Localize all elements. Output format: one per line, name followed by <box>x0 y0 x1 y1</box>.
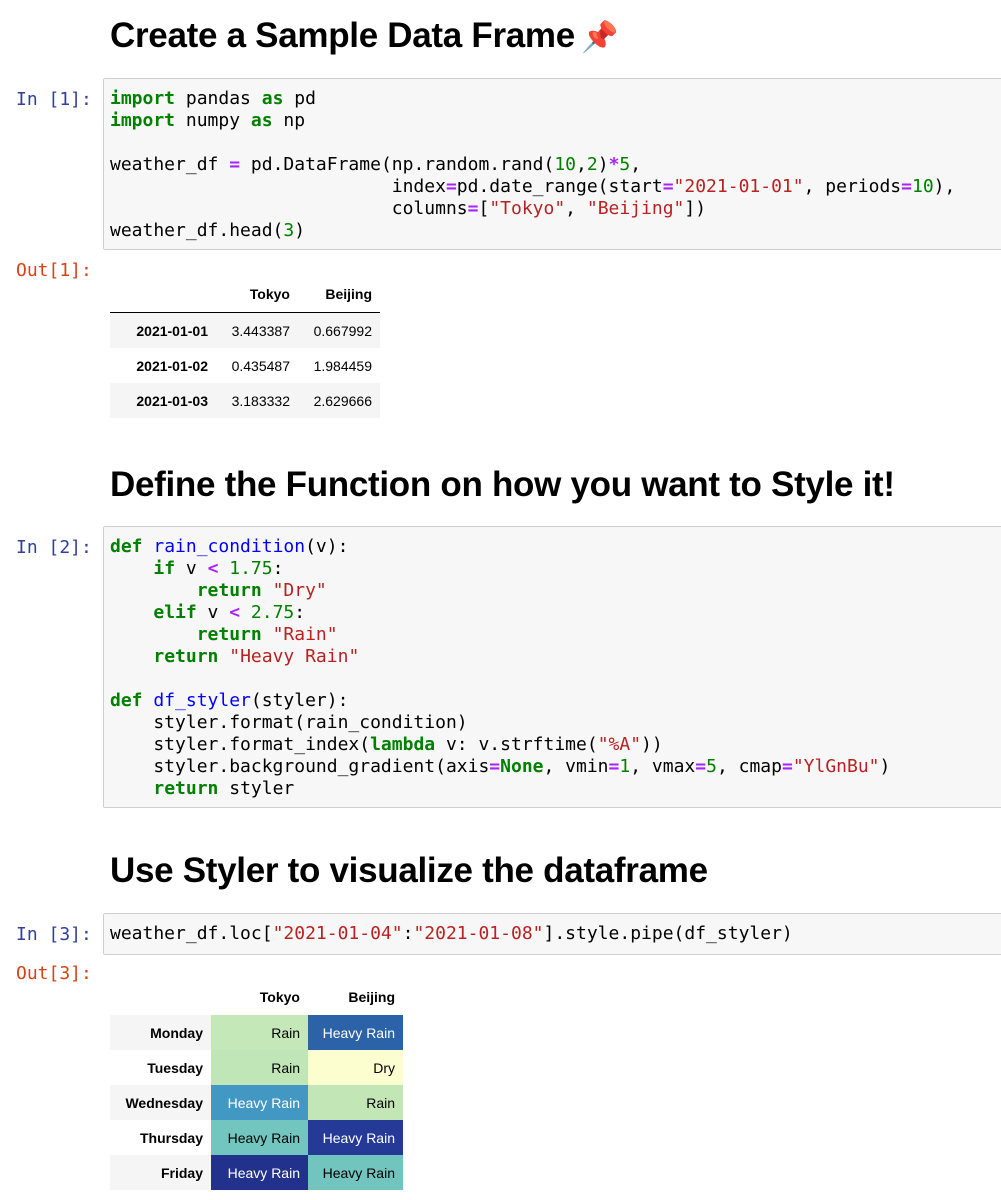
styled-cell: Heavy Rain <box>308 1155 403 1190</box>
output-prompt-1: Out[1]: <box>16 260 92 281</box>
table-header-row: Tokyo Beijing <box>110 979 403 1015</box>
table-row: Wednesday Heavy Rain Rain <box>110 1085 403 1120</box>
table-cell: 3.183332 <box>231 392 290 409</box>
code-cell-1[interactable]: import pandas as pd import numpy as np we… <box>103 78 1001 250</box>
index-header <box>110 276 216 313</box>
styled-cell: Rain <box>211 1050 308 1085</box>
dataframe-output-1: Tokyo Beijing 2021-01-01 3.443387 0.6679… <box>110 276 380 418</box>
styled-cell: Dry <box>308 1050 403 1085</box>
code-line: weather_df = pd.DataFrame(np.random.rand… <box>110 154 642 175</box>
row-index: Friday <box>110 1155 211 1190</box>
row-index: 2021-01-02 <box>136 357 208 374</box>
styled-cell: Heavy Rain <box>308 1120 403 1155</box>
table-row: Tuesday Rain Dry <box>110 1050 403 1085</box>
code-line: import pandas as pd <box>110 88 316 109</box>
code-line: if v < 1.75: <box>153 558 284 579</box>
code-line: return "Heavy Rain" <box>153 646 360 667</box>
table-cell: 0.667992 <box>313 322 372 339</box>
table-cell: 1.984459 <box>313 357 372 374</box>
table-row: Friday Heavy Rain Heavy Rain <box>110 1155 403 1190</box>
code-line: index=pd.date_range(start="2021-01-01", … <box>110 176 956 197</box>
code-line: styler.format(rain_condition) <box>110 712 468 733</box>
styled-cell: Heavy Rain <box>308 1015 403 1050</box>
pushpin-icon: 📌 <box>580 21 618 54</box>
styled-cell: Rain <box>308 1085 403 1120</box>
column-header: Beijing <box>348 989 395 1005</box>
styled-dataframe-output: Tokyo Beijing Monday Rain Heavy Rain Tue… <box>110 979 403 1190</box>
styled-cell: Heavy Rain <box>211 1085 308 1120</box>
heading-create-sample: Create a Sample Data Frame 📌 <box>110 16 618 56</box>
heading-create-sample-text: Create a Sample Data Frame <box>110 16 575 55</box>
column-header: Tokyo <box>259 989 300 1005</box>
table-cell: 0.435487 <box>231 357 290 374</box>
code-line: return "Rain" <box>196 624 338 645</box>
table-row: Monday Rain Heavy Rain <box>110 1015 403 1050</box>
row-index: Thursday <box>139 1129 203 1146</box>
table-row: 2021-01-01 3.443387 0.667992 <box>110 312 380 348</box>
row-index: 2021-01-01 <box>136 322 208 339</box>
table-header-row: Tokyo Beijing <box>110 276 380 313</box>
column-header: Beijing <box>298 276 380 313</box>
output-prompt-3: Out[3]: <box>16 963 92 984</box>
table-row: 2021-01-02 0.435487 1.984459 <box>110 348 380 383</box>
code-line: styler.background_gradient(axis=None, vm… <box>110 756 891 777</box>
input-prompt-3: In [3]: <box>16 924 92 945</box>
table-row: Thursday Heavy Rain Heavy Rain <box>110 1120 403 1155</box>
heading-use-styler: Use Styler to visualize the dataframe <box>110 851 708 890</box>
code-line: styler.format_index(lambda v: v.strftime… <box>110 734 663 755</box>
code-line: weather_df.loc["2021-01-04":"2021-01-08"… <box>110 923 793 944</box>
row-index: Tuesday <box>147 1059 203 1076</box>
column-header: Tokyo <box>216 276 298 313</box>
code-line: elif v < 2.75: <box>153 602 306 623</box>
input-prompt-2: In [2]: <box>16 537 92 558</box>
index-header <box>110 979 211 1015</box>
code-line: def df_styler(styler): <box>110 690 349 711</box>
heading-define-function: Define the Function on how you want to S… <box>110 465 895 504</box>
styled-cell: Heavy Rain <box>211 1155 308 1190</box>
code-cell-2[interactable]: def rain_condition(v): if v < 1.75: retu… <box>103 526 1001 808</box>
code-cell-3[interactable]: weather_df.loc["2021-01-04":"2021-01-08"… <box>103 913 1001 955</box>
row-index: Monday <box>110 1015 211 1050</box>
code-line: def rain_condition(v): <box>110 536 349 557</box>
code-line: return styler <box>153 778 295 799</box>
table-cell: 2.629666 <box>313 392 372 409</box>
row-index: Wednesday <box>110 1085 211 1120</box>
code-line: return "Dry" <box>196 580 327 601</box>
code-line: import numpy as np <box>110 110 306 131</box>
styled-cell: Heavy Rain <box>211 1120 308 1155</box>
styled-cell: Rain <box>211 1015 308 1050</box>
table-row: 2021-01-03 3.183332 2.629666 <box>110 383 380 418</box>
code-line: weather_df.head(3) <box>110 220 306 241</box>
input-prompt-1: In [1]: <box>16 89 92 110</box>
row-index: 2021-01-03 <box>136 392 208 409</box>
code-line: columns=["Tokyo", "Beijing"]) <box>110 198 707 219</box>
table-cell: 3.443387 <box>231 322 290 339</box>
